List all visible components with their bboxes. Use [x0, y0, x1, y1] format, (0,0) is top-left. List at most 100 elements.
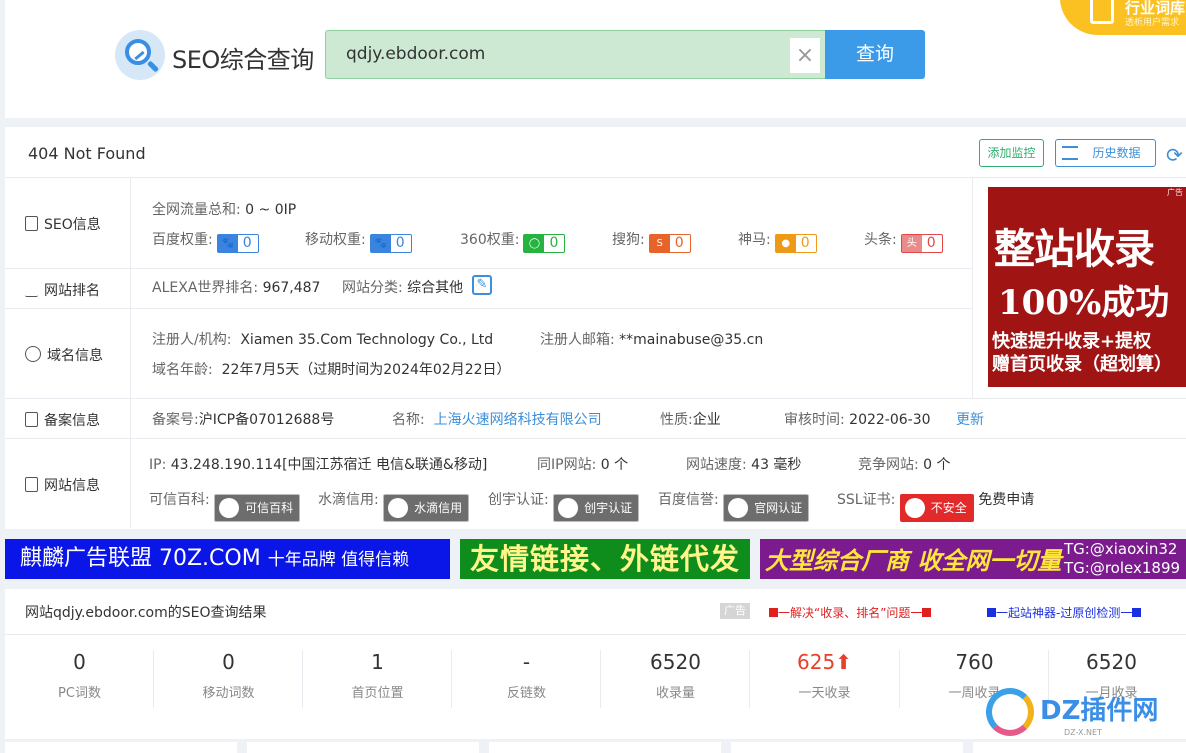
mobile-weight[interactable]: 移动权重: 🐾 0 — [305, 229, 412, 253]
icp-type-label: 性质: — [660, 412, 693, 428]
industry-wordbank-badge[interactable]: 行业词库 透析用户需求 — [1060, 0, 1186, 35]
alexa-value: 967,487 — [262, 280, 321, 296]
baidu-cert-badge[interactable]: 官网认证 — [723, 494, 810, 522]
cert-label: 水滴信用: — [318, 492, 379, 508]
same-ip: 同IP网站: 0 个 — [537, 454, 628, 474]
same-ip-label: 同IP网站: — [537, 457, 597, 473]
ad-link-indexing[interactable]: 一解决“收录、排名”问题一 — [769, 604, 932, 621]
weight-value: 0 — [242, 235, 252, 251]
history-data-button[interactable]: 历史数据 — [1055, 139, 1156, 167]
site-speed: 网站速度: 43 毫秒 — [686, 454, 801, 474]
ssl-badge[interactable]: 不安全 — [899, 494, 974, 522]
ad-line4: 赠首页收录（超划算） — [992, 354, 1172, 375]
ad-line1: 整站收录 — [994, 225, 1155, 273]
sogou-s-icon: S — [649, 235, 670, 252]
ad-tag: 广告 — [1167, 188, 1183, 197]
horse-icon: ● — [775, 235, 796, 252]
history-icon — [1062, 146, 1078, 160]
traffic-value: 0 ~ 0IP — [245, 202, 297, 218]
cert-chuangyu: 创宇认证: 创宇认证 — [488, 489, 640, 522]
icp-company-link[interactable]: 上海火速网络科技有限公司 — [434, 412, 602, 428]
banner3-tg1: TG:@xiaoxin32 — [1064, 540, 1178, 558]
ad-link-tool[interactable]: 一起站神器-过原创检测一 — [987, 604, 1142, 621]
seo-logo-icon — [115, 30, 165, 80]
icp-type: 性质:企业 — [660, 409, 721, 429]
stat-backlinks[interactable]: - 反链数 — [452, 650, 601, 701]
banner1-sub: 十年品牌 值得信赖 — [267, 550, 410, 570]
shenma-badge: ● 0 — [774, 234, 817, 253]
cert-label: 百度信誉: — [658, 492, 719, 508]
weight-name: 移动权重: — [305, 232, 366, 248]
weight-value: 0 — [395, 235, 405, 251]
icp-no-label: 备案号: — [152, 412, 199, 428]
stat-day-indexed[interactable]: 625⬆ 一天收录 — [750, 650, 899, 701]
email-label: 注册人邮箱: — [540, 332, 615, 348]
stat-value: 625⬆ — [797, 650, 852, 674]
results-title: 网站qdjy.ebdoor.com的SEO查询结果 — [25, 605, 267, 621]
site-title: 404 Not Found — [28, 144, 146, 163]
ad-link1-text: 一解决“收录、排名”问题一 — [778, 606, 923, 620]
banner3-main: 大型综合厂商 收全网一切量 — [765, 547, 1062, 575]
stat-value: 1 — [371, 650, 384, 674]
paw-icon: 🐾 — [217, 235, 238, 252]
traffic-label: 全网流量总和: — [152, 202, 241, 218]
stat-label: 收录量 — [655, 686, 695, 701]
competitor-sites: 竞争网站: 0 个 — [858, 454, 951, 474]
paw-icon: 🐾 — [370, 235, 391, 252]
update-link[interactable]: 更新 — [956, 409, 984, 429]
banner-traffic[interactable]: 大型综合厂商 收全网一切量 TG:@xiaoxin32 TG:@rolex189… — [760, 539, 1186, 579]
kexin-badge[interactable]: 可信百科 — [214, 494, 301, 522]
www-globe-icon — [25, 346, 41, 362]
banner-qilin[interactable]: 麒麟广告联盟 70Z.COM 十年品牌 值得信赖 — [5, 539, 450, 579]
icp-number: 备案号:沪ICP备07012688号 — [152, 409, 334, 429]
weight-value: 0 — [674, 235, 684, 251]
icp-name-label: 名称: — [392, 412, 425, 428]
red-square-icon — [769, 608, 778, 617]
clear-icon[interactable]: × — [790, 38, 820, 73]
bar-chart-icon — [25, 282, 38, 297]
competitor-value: 0 个 — [923, 457, 951, 473]
stat-value: 760 — [955, 650, 994, 674]
stat-indexed[interactable]: 6520 收录量 — [601, 650, 750, 701]
banner3-tg2: TG:@rolex1899 — [1064, 559, 1181, 577]
shenma-weight[interactable]: 神马: ● 0 — [738, 229, 817, 253]
stat-value: 0 — [73, 650, 86, 674]
weight-name: 搜狗: — [612, 232, 645, 248]
stat-mobile-words[interactable]: 0 移动词数 — [154, 650, 303, 701]
refresh-icon[interactable]: ⟳ — [1166, 143, 1183, 167]
shuidi-badge[interactable]: 水滴信用 — [383, 494, 470, 522]
right-ad-banner[interactable]: 广告 整站收录 100%成功 快速提升收录+提权 赠首页收录（超划算） — [988, 187, 1186, 387]
category-label: 网站分类: — [342, 280, 403, 296]
chuangyu-badge[interactable]: 创宇认证 — [553, 494, 640, 522]
add-monitor-button[interactable]: 添加监控 — [979, 139, 1044, 167]
baidu-weight[interactable]: 百度权重: 🐾 0 — [152, 229, 259, 253]
watermark-text: DZ插件网 — [1040, 696, 1159, 726]
search-input[interactable]: qdjy.ebdoor.com — [325, 30, 825, 79]
seo-info-label: SEO信息 — [25, 214, 130, 234]
query-button[interactable]: 查询 — [825, 30, 925, 79]
free-apply-link[interactable]: 免费申请 — [978, 492, 1034, 508]
stat-pc-words[interactable]: 0 PC词数 — [5, 650, 154, 701]
weight-value: 0 — [926, 235, 936, 251]
icp-label: 备案信息 — [25, 410, 130, 430]
icp-time-value: 2022-06-30 — [849, 412, 931, 428]
toutiao-weight[interactable]: 头条: 头 0 — [864, 229, 943, 253]
stat-label: 移动词数 — [202, 686, 255, 701]
stat-label: 反链数 — [506, 686, 546, 701]
weight-value: 0 — [800, 235, 810, 251]
email-value: **mainabuse@35.cn — [619, 332, 764, 348]
banner1-main: 麒麟广告联盟 70Z.COM — [20, 546, 261, 571]
weight-name: 360权重: — [460, 232, 520, 248]
stat-value: 6520 — [1086, 650, 1137, 674]
edit-icon[interactable]: ✎ — [472, 275, 492, 295]
stat-home-position[interactable]: 1 首页位置 — [303, 650, 452, 701]
weight-360[interactable]: 360权重: ◯ 0 — [460, 229, 566, 253]
ad-link2-text: 一起站神器-过原创检测一 — [996, 606, 1133, 620]
sogou-weight[interactable]: 搜狗: S 0 — [612, 229, 691, 253]
seo-label-text: SEO信息 — [44, 217, 101, 233]
age-value: 22年7月5天（过期时间为2024年02月22日） — [221, 362, 511, 378]
competitor-label: 竞争网站: — [858, 457, 919, 473]
mobile-badge: 🐾 0 — [369, 234, 412, 253]
banner-friendlink[interactable]: 友情链接、外链代发 — [460, 539, 750, 579]
domain-label-text: 域名信息 — [47, 348, 103, 364]
